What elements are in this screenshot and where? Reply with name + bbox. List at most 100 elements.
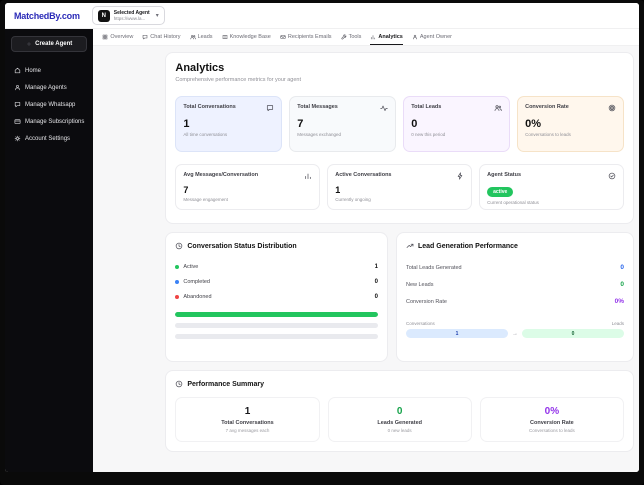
user-icon	[14, 84, 21, 91]
distribution-row-abandoned: Abandoned 0	[175, 289, 378, 304]
window-frame: MatchedBy.com N Selected Agent https://w…	[0, 0, 644, 485]
agent-selector-value: https://www.la...	[113, 15, 146, 21]
clock-icon	[175, 242, 183, 250]
tab-chat-history[interactable]: Chat History	[142, 29, 181, 45]
stat-sub: Current operational status	[487, 200, 539, 205]
sidebar-item-manage-subscriptions[interactable]: Manage Subscriptions	[11, 114, 87, 129]
funnel-bars: 1 → 0	[405, 329, 624, 338]
agent-selector-label: Selected Agent	[113, 9, 150, 16]
conversation-status-card: Conversation Status Distribution Active …	[165, 232, 388, 362]
sidebar-item-label: Home	[25, 67, 42, 74]
distribution-value: 0	[374, 293, 378, 300]
tabs-bar: Overview Chat History Leads Knowledge Ba…	[93, 29, 639, 46]
funnel-right-label: Leads	[611, 321, 624, 326]
chat-icon	[142, 34, 148, 40]
credit-card-icon	[14, 118, 21, 125]
lead-generation-card: Lead Generation Performance Total Leads …	[395, 232, 634, 362]
tab-label: Agent Owner	[419, 33, 452, 40]
bar-chart-icon	[304, 172, 312, 180]
conversations-funnel-bar: 1	[405, 329, 508, 338]
secondary-cards-row: Avg Messages/Conversation 7 Message enga…	[175, 164, 624, 210]
bar-chart-icon	[370, 34, 376, 40]
stat-label: Agent Status	[487, 172, 522, 178]
stat-card-total-leads: Total Leads 0 0 new this period	[403, 96, 511, 152]
card-agent-status: Agent Status active Current operational …	[479, 164, 624, 210]
agent-selector-dropdown[interactable]: N Selected Agent https://www.la... ▾	[91, 6, 165, 25]
summary-label: Conversion Rate	[530, 420, 574, 426]
stat-value: 0%	[525, 118, 541, 130]
summary-value: 1	[244, 406, 251, 417]
funnel-labels: Conversations Leads	[406, 321, 624, 326]
two-column-row: Conversation Status Distribution Active …	[165, 232, 634, 362]
distribution-label: Abandoned	[183, 293, 212, 300]
stat-cards-row: Total Conversations 1 All time conversat…	[175, 96, 624, 152]
distribution-row-completed: Completed 0	[175, 274, 378, 289]
distribution-bars	[175, 312, 378, 339]
distribution-value: 1	[374, 263, 378, 270]
chat-icon	[14, 101, 21, 108]
summary-label: Total Conversations	[221, 420, 274, 426]
summary-total-conversations: 1 Total Conversations 7 avg messages eac…	[175, 397, 320, 442]
summary-leads-generated: 0 Leads Generated 0 new leads	[327, 397, 472, 442]
metric-row-total-leads: Total Leads Generated 0	[406, 259, 624, 276]
tab-overview[interactable]: Overview	[102, 29, 133, 45]
summary-row: 1 Total Conversations 7 avg messages eac…	[175, 397, 624, 442]
abandoned-status-dot	[175, 294, 180, 299]
tab-label: Overview	[110, 33, 134, 40]
tab-label: Leads	[197, 33, 213, 40]
tab-tools[interactable]: Tools	[341, 29, 361, 45]
stat-card-total-conversations: Total Conversations 1 All time conversat…	[175, 96, 283, 152]
tab-leads[interactable]: Leads	[190, 29, 213, 45]
stat-card-conversion-rate: Conversion Rate 0% Conversations to lead…	[517, 96, 624, 152]
sidebar-item-account-settings[interactable]: Account Settings	[11, 131, 87, 146]
check-circle-icon	[608, 172, 616, 180]
abandoned-bar	[175, 334, 378, 339]
stat-value: 1	[183, 118, 190, 130]
summary-label: Leads Generated	[377, 420, 422, 426]
book-icon	[222, 34, 228, 40]
chevron-down-icon: ▾	[155, 13, 159, 19]
metric-label: New Leads	[405, 281, 434, 288]
tab-label: Chat History	[150, 33, 181, 40]
gear-icon	[14, 135, 21, 142]
sidebar: Create Agent Home Manage Agents Manage W…	[5, 29, 94, 472]
analytics-panel: Analytics Comprehensive performance metr…	[165, 52, 634, 224]
performance-summary-card: Performance Summary 1 Total Conversation…	[165, 370, 634, 452]
tab-recipients-emails[interactable]: Recipients Emails	[280, 29, 332, 45]
summary-value: 0%	[544, 406, 560, 417]
stat-sub: Message engagement	[183, 197, 228, 202]
summary-sub: 0 new leads	[387, 428, 412, 433]
home-icon	[14, 67, 21, 74]
tab-analytics[interactable]: Analytics	[370, 29, 403, 45]
distribution-label: Active	[183, 263, 199, 270]
summary-conversion-rate: 0% Conversion Rate Conversations to lead…	[479, 397, 624, 442]
tab-knowledge-base[interactable]: Knowledge Base	[222, 29, 271, 45]
plus-icon	[26, 41, 32, 47]
wrench-icon	[341, 34, 347, 40]
tab-label: Knowledge Base	[229, 33, 271, 40]
stat-sub: Conversations to leads	[525, 132, 571, 137]
active-status-dot	[175, 264, 180, 269]
app-logo[interactable]: MatchedBy.com	[14, 11, 80, 21]
activity-icon	[380, 104, 388, 112]
card-title-text: Performance Summary	[187, 380, 265, 388]
stat-label: Avg Messages/Conversation	[183, 172, 259, 178]
tab-agent-owner[interactable]: Agent Owner	[412, 29, 452, 45]
sidebar-item-label: Manage Whatsapp	[25, 101, 76, 108]
page-title: Analytics	[175, 62, 225, 74]
summary-value: 0	[396, 406, 403, 417]
users-icon	[494, 104, 502, 112]
stat-label: Total Conversations	[183, 104, 236, 110]
sidebar-item-home[interactable]: Home	[11, 63, 87, 78]
completed-bar	[175, 323, 378, 328]
stat-sub: All time conversations	[183, 132, 228, 137]
create-agent-button[interactable]: Create Agent	[11, 36, 88, 52]
stat-label: Active Conversations	[335, 172, 392, 178]
topbar: MatchedBy.com N Selected Agent https://w…	[5, 3, 639, 29]
stat-sub: Messages exchanged	[297, 132, 342, 137]
sidebar-item-manage-agents[interactable]: Manage Agents	[11, 80, 87, 95]
agent-selector-texts: Selected Agent https://www.la...	[114, 10, 150, 22]
sidebar-item-manage-whatsapp[interactable]: Manage Whatsapp	[11, 97, 87, 112]
page-subtitle: Comprehensive performance metrics for yo…	[175, 77, 302, 83]
create-agent-label: Create Agent	[35, 41, 73, 47]
